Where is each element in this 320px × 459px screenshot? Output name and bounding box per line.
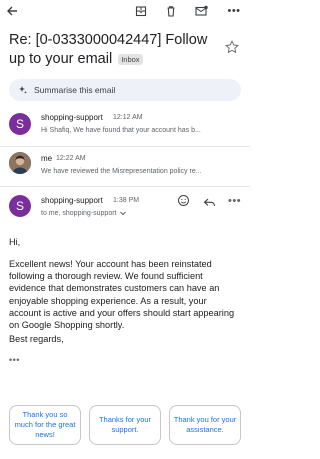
message-closing: Best regards, (9, 334, 64, 344)
message-time: 12:22 AM (56, 155, 86, 162)
subject-text: Re: [0-0333000042447] Follow up to your … (9, 32, 208, 67)
mail-icon[interactable] (193, 3, 209, 19)
thread-message-collapsed[interactable]: S shopping-support 12:12 AM Hi Shafiq, W… (0, 110, 250, 146)
avatar-photo (9, 152, 31, 174)
message-greeting: Hi, (9, 237, 21, 247)
back-arrow-icon[interactable] (4, 3, 20, 19)
smart-reply-row: Thank you so much for the great news! Th… (9, 405, 241, 445)
star-icon[interactable] (225, 40, 239, 54)
archive-icon[interactable] (133, 3, 149, 19)
message-snippet: We have reviewed the Misrepresentation p… (41, 168, 202, 175)
email-subject: Re: [0-0333000042447] Follow up to your … (9, 31, 224, 69)
top-app-bar: ••• (0, 0, 250, 22)
trash-icon[interactable] (163, 3, 179, 19)
sender-name: shopping-support (41, 113, 103, 122)
summarise-label: Summarise this email (34, 85, 116, 95)
avatar: S (9, 195, 31, 217)
sender-name: me (41, 154, 53, 163)
message-time: 1:38 PM (113, 197, 140, 204)
inbox-label-chip[interactable]: Inbox (118, 53, 143, 65)
reply-icon[interactable] (203, 195, 217, 209)
show-trimmed-content-button[interactable]: ••• (9, 355, 20, 365)
divider (0, 186, 250, 187)
divider (0, 146, 250, 147)
smart-reply-button[interactable]: Thanks for your support. (89, 405, 161, 445)
message-time: 12:12 AM (113, 114, 143, 121)
more-vertical-icon[interactable]: ••• (226, 3, 242, 19)
summarise-button[interactable]: Summarise this email (9, 79, 241, 101)
thread-message-collapsed[interactable]: me 12:22 AM We have reviewed the Misrepr… (0, 151, 250, 185)
smart-reply-button[interactable]: Thank you so much for the great news! (9, 405, 81, 445)
sparkle-icon (18, 85, 28, 95)
sender-name: shopping-support (41, 196, 103, 205)
smart-reply-button[interactable]: Thank you for your assistance. (169, 405, 241, 445)
message-body: Excellent news! Your account has been re… (9, 259, 235, 331)
message-more-icon[interactable]: ••• (228, 195, 241, 207)
message-snippet: Hi Shafiq, We have found that your accou… (41, 127, 201, 134)
recipient-text: to me, shopping-support (41, 209, 117, 217)
chevron-down-icon (119, 211, 126, 216)
emoji-reaction-icon[interactable] (177, 194, 191, 208)
recipient-details[interactable]: to me, shopping-support (41, 209, 127, 217)
avatar: S (9, 113, 31, 135)
